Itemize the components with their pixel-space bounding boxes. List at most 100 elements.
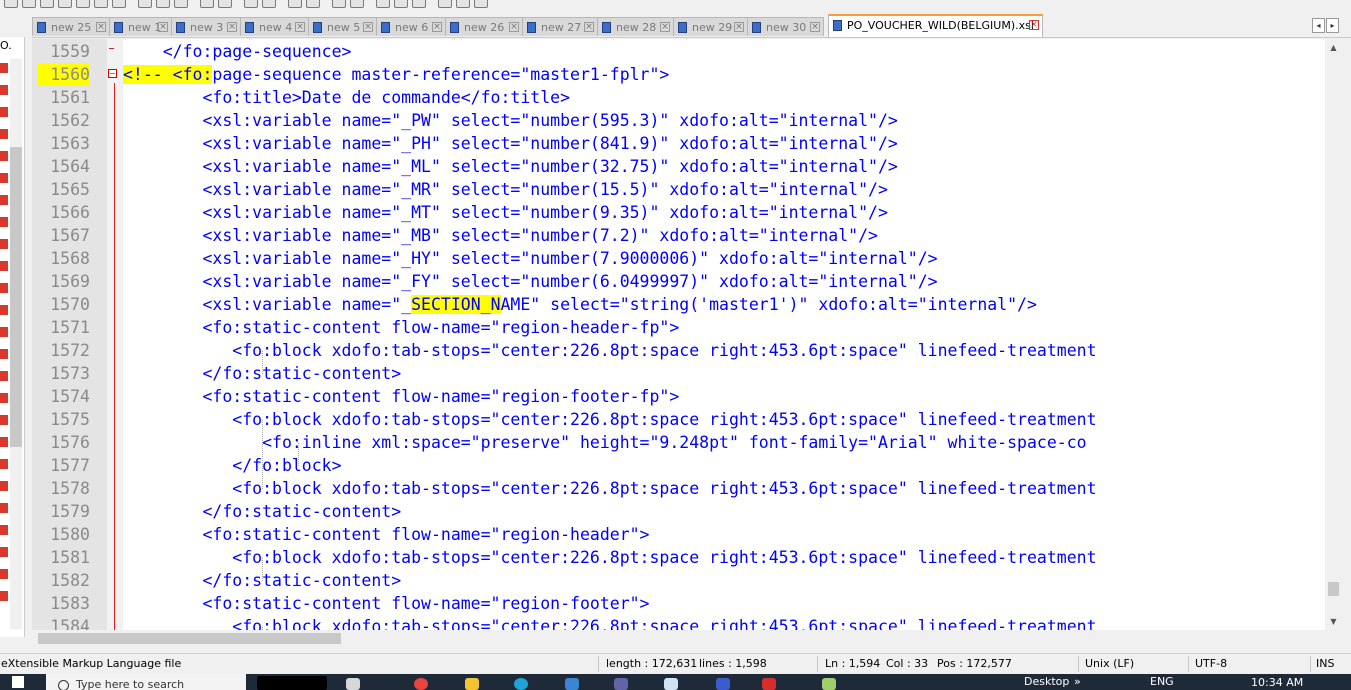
- horizontal-scrollbar[interactable]: [32, 630, 1325, 647]
- tab-scroll-right-button[interactable]: ▸: [1326, 18, 1339, 33]
- taskbar-search[interactable]: Type here to search: [46, 674, 246, 690]
- redo-icon[interactable]: [218, 0, 232, 8]
- find-icon[interactable]: [244, 0, 258, 8]
- close-icon[interactable]: ×: [295, 22, 305, 32]
- desktop-toolbar-label[interactable]: Desktop: [1024, 675, 1069, 688]
- notepad-plus-plus-icon[interactable]: [822, 678, 836, 690]
- indent-guide-icon[interactable]: [412, 0, 426, 8]
- notepad-icon[interactable]: [664, 678, 678, 690]
- sync-vertical-icon[interactable]: [332, 0, 346, 8]
- close-icon[interactable]: ×: [363, 22, 373, 32]
- show-all-chars-icon[interactable]: [394, 0, 408, 8]
- code-line[interactable]: <fo:block xdofo:tab-stops="center:226.8p…: [123, 339, 1096, 362]
- toolbar-expand-icon[interactable]: »: [1074, 675, 1081, 688]
- remote-desktop-icon[interactable]: [716, 678, 730, 690]
- print-icon[interactable]: [112, 0, 126, 8]
- scroll-up-arrow-icon[interactable]: ▲: [1325, 39, 1342, 56]
- code-line[interactable]: </fo:static-content>: [123, 362, 401, 385]
- tab-new-26[interactable]: new 26 ×: [445, 17, 523, 36]
- stop-macro-icon[interactable]: [456, 0, 470, 8]
- close-icon[interactable]: ×: [584, 22, 594, 32]
- open-file-icon[interactable]: [22, 0, 36, 8]
- insert-mode[interactable]: INS: [1316, 654, 1334, 674]
- fold-margin[interactable]: [107, 39, 123, 630]
- replace-icon[interactable]: [262, 0, 276, 8]
- play-macro-icon[interactable]: [474, 0, 488, 8]
- new-file-icon[interactable]: [4, 0, 18, 8]
- task-view-icon[interactable]: [346, 678, 360, 690]
- code-line[interactable]: <fo:static-content flow-name="region-hea…: [123, 316, 679, 339]
- tab-new-4[interactable]: new 4 ×: [240, 17, 309, 36]
- code-line[interactable]: <xsl:variable name="_PH" select="number(…: [123, 132, 897, 155]
- tab-new-6[interactable]: new 6 ×: [376, 17, 446, 36]
- close-icon[interactable]: ×: [96, 22, 106, 32]
- close-icon[interactable]: ×: [1029, 20, 1039, 30]
- code-line[interactable]: <xsl:variable name="_ML" select="number(…: [123, 155, 897, 178]
- edge-icon[interactable]: [514, 678, 528, 690]
- word-wrap-icon[interactable]: [376, 0, 390, 8]
- close-icon[interactable]: ×: [810, 22, 820, 32]
- keyboard-language[interactable]: ENG: [1150, 675, 1174, 688]
- vertical-scrollbar[interactable]: ▲ ▼: [1325, 39, 1342, 630]
- undo-icon[interactable]: [200, 0, 214, 8]
- code-line[interactable]: <xsl:variable name="_SECTION_NAME" selec…: [123, 293, 1037, 316]
- code-line[interactable]: <fo:static-content flow-name="region-hea…: [123, 523, 649, 546]
- copy-icon[interactable]: [156, 0, 170, 8]
- code-line[interactable]: <fo:block xdofo:tab-stops="center:226.8p…: [123, 615, 1096, 630]
- clock-time[interactable]: 10:34 AM: [1251, 676, 1303, 689]
- record-macro-icon[interactable]: [438, 0, 452, 8]
- scroll-down-arrow-icon[interactable]: ▼: [1325, 613, 1342, 630]
- chrome-icon[interactable]: [414, 678, 428, 690]
- code-line[interactable]: <xsl:variable name="_HY" select="number(…: [123, 247, 937, 270]
- close-icon[interactable]: ×: [509, 22, 519, 32]
- tab-new-25[interactable]: new 25 ×: [32, 17, 110, 36]
- code-line[interactable]: <xsl:variable name="_MR" select="number(…: [123, 178, 887, 201]
- tab-new-3[interactable]: new 3 ×: [171, 17, 241, 36]
- code-line[interactable]: <xsl:variable name="_FY" select="number(…: [123, 270, 937, 293]
- code-line[interactable]: <fo:static-content flow-name="region-foo…: [123, 592, 649, 615]
- close-icon[interactable]: ×: [432, 22, 442, 32]
- tab-scroll-left-button[interactable]: ◂: [1312, 18, 1325, 33]
- code-line[interactable]: <fo:block xdofo:tab-stops="center:226.8p…: [123, 408, 1096, 431]
- tab-new-27[interactable]: new 27 ×: [522, 17, 598, 36]
- code-line[interactable]: <fo:static-content flow-name="region-foo…: [123, 385, 679, 408]
- code-editor[interactable]: − </fo:page-sequence> <!-- <fo:page-seque…: [32, 39, 1325, 630]
- close-icon[interactable]: ×: [227, 22, 237, 32]
- cortana-button[interactable]: [257, 676, 327, 690]
- code-line[interactable]: <fo:title>Date de commande</fo:title>: [123, 86, 570, 109]
- save-all-icon[interactable]: [58, 0, 72, 8]
- save-icon[interactable]: [40, 0, 54, 8]
- fold-toggle-icon[interactable]: −: [108, 69, 117, 78]
- code-line[interactable]: <xsl:variable name="_PW" select="number(…: [123, 109, 897, 132]
- teams-icon[interactable]: [614, 678, 628, 690]
- code-line[interactable]: </fo:static-content>: [123, 569, 401, 592]
- code-line[interactable]: <xsl:variable name="_MB" select="number(…: [123, 224, 878, 247]
- calculator-icon[interactable]: [565, 678, 579, 690]
- close-icon[interactable]: ×: [734, 22, 744, 32]
- pdf-icon[interactable]: [762, 678, 776, 690]
- code-line[interactable]: <fo:inline xml:space="preserve" height="…: [123, 431, 1087, 454]
- tab-new-28[interactable]: new 28 ×: [597, 17, 674, 36]
- code-line[interactable]: <fo:block xdofo:tab-stops="center:226.8p…: [123, 546, 1096, 569]
- code-line[interactable]: </fo:static-content>: [123, 500, 401, 523]
- sync-horizontal-icon[interactable]: [350, 0, 364, 8]
- tab-new-5[interactable]: new 5 ×: [308, 17, 377, 36]
- tab-po-voucher-wild[interactable]: PO_VOUCHER_WILD(BELGIUM).xsl ×: [828, 14, 1043, 37]
- code-line[interactable]: </fo:page-sequence>: [123, 40, 352, 63]
- code-line[interactable]: </fo:block>: [123, 454, 341, 477]
- tab-new-1[interactable]: new 1 ×: [109, 17, 172, 36]
- close-icon[interactable]: ×: [158, 22, 168, 32]
- vertical-scroll-thumb[interactable]: [1328, 582, 1339, 596]
- encoding[interactable]: UTF-8: [1195, 654, 1227, 674]
- close-icon[interactable]: ×: [660, 22, 670, 32]
- side-panel-scroll-thumb[interactable]: [10, 147, 22, 447]
- code-line[interactable]: <xsl:variable name="_MT" select="number(…: [123, 201, 887, 224]
- file-explorer-icon[interactable]: [465, 678, 479, 690]
- tab-new-30[interactable]: new 30 ×: [747, 17, 824, 36]
- paste-icon[interactable]: [174, 0, 188, 8]
- cut-icon[interactable]: [138, 0, 152, 8]
- horizontal-scroll-thumb[interactable]: [38, 633, 341, 644]
- close-icon[interactable]: [76, 0, 90, 8]
- start-icon[interactable]: [12, 676, 24, 688]
- tab-new-29[interactable]: new 29 ×: [673, 17, 748, 36]
